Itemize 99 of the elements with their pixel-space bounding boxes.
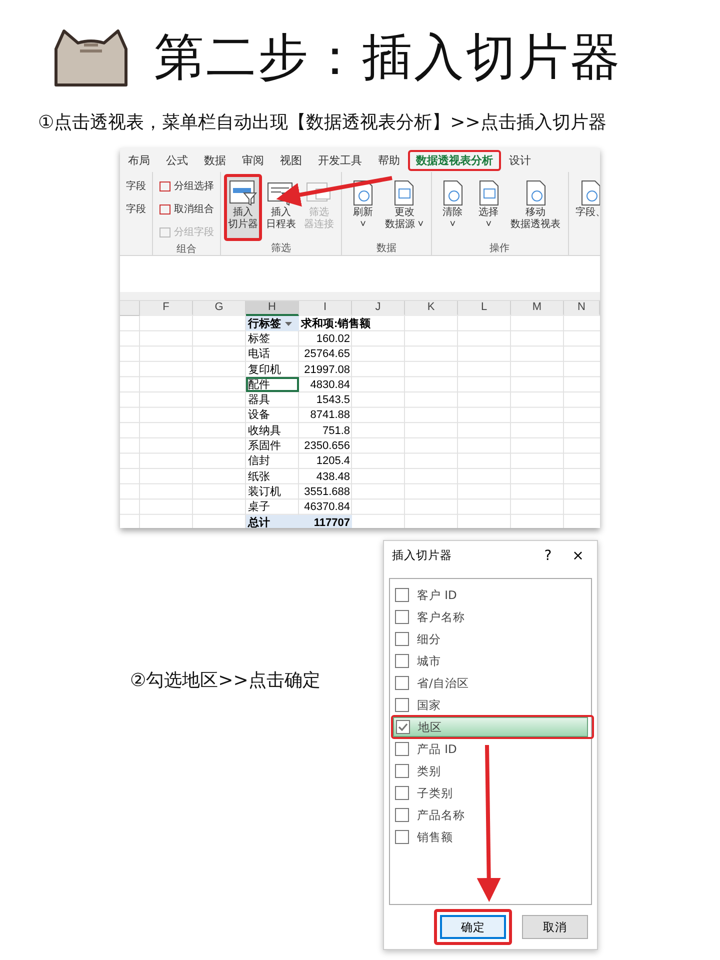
filter-dropdown-icon[interactable]	[284, 319, 293, 328]
field-item[interactable]: 国家	[393, 695, 586, 716]
group-label: 组合	[176, 243, 198, 256]
table-cell-text: 4830.84	[309, 378, 351, 392]
ribbon-tab[interactable]: 公式	[158, 150, 196, 170]
ribbon-tab[interactable]: 审阅	[234, 150, 272, 170]
checkbox[interactable]	[395, 764, 409, 778]
field-item[interactable]: 客户名称	[393, 607, 586, 628]
table-cell-text: 160.02	[315, 332, 351, 347]
ribbon-button[interactable]: 字段、	[572, 174, 600, 255]
ribbon-button[interactable]: 插入 日程表	[262, 174, 300, 241]
ribbon-button[interactable]: 字段	[123, 176, 149, 196]
table-cell-text: 器具	[247, 393, 271, 408]
ribbon-button[interactable]: 字段	[123, 199, 149, 219]
field-item[interactable]: 地区	[393, 717, 588, 738]
table-cell: 117707	[299, 514, 352, 528]
checkbox[interactable]	[395, 588, 409, 602]
ribbon-icon	[159, 226, 171, 238]
checkbox[interactable]	[395, 610, 409, 624]
table-cell-text: 25764.65	[303, 347, 351, 362]
ribbon-tab[interactable]: 布局	[120, 150, 158, 170]
ok-button[interactable]: 确定	[440, 915, 506, 939]
table-cell-text: 系固件	[247, 438, 282, 454]
field-item[interactable]: 子类别	[393, 783, 586, 804]
table-cell: 行标签	[246, 316, 299, 332]
ribbon-button[interactable]: 更改 数据源 ˅	[381, 174, 428, 241]
table-cell-text: 设备	[247, 408, 271, 424]
ribbon-tab[interactable]: 数据透视表分析	[408, 150, 501, 170]
ribbon-button[interactable]: 选择 ˅	[470, 174, 507, 241]
ribbon-icon	[159, 204, 171, 214]
ribbon-icon	[228, 179, 258, 207]
ribbon-button[interactable]: 插入 切片器	[224, 174, 262, 241]
table-cell-text: 标签	[247, 332, 271, 347]
checkbox[interactable]	[395, 742, 409, 756]
page-title: 第二步：插入切片器	[154, 26, 622, 88]
table-cell-text: 438.48	[315, 470, 351, 484]
table-cell-text: 电话	[247, 347, 271, 362]
checkbox[interactable]	[395, 786, 409, 800]
checkbox[interactable]	[395, 698, 409, 712]
checkbox[interactable]	[395, 676, 409, 690]
group-label: 筛选	[270, 242, 292, 255]
field-item[interactable]: 产品 ID	[393, 739, 586, 760]
table-cell-text: 复印机	[247, 362, 282, 378]
table-cell-text: 21997.08	[303, 362, 351, 378]
group-label: 操作	[488, 242, 511, 255]
table-cell: 配件	[246, 377, 299, 392]
instruction-text: ②勾选地区>>点击确定	[129, 669, 322, 693]
field-item[interactable]: 省/自治区	[393, 673, 586, 694]
group-label: 数据	[375, 242, 398, 255]
checkbox[interactable]	[396, 720, 410, 734]
table-cell-text: 8741.88	[309, 408, 351, 424]
column-header[interactable]: L	[458, 301, 511, 316]
column-header[interactable]: H	[246, 301, 299, 316]
table-cell-text: 桌子	[247, 500, 271, 515]
ribbon-button[interactable]: 刷新 ˅	[345, 174, 381, 241]
dialog-title: 插入切片器	[392, 548, 453, 564]
cancel-button[interactable]: 取消	[522, 915, 588, 939]
ribbon-tab[interactable]: 开发工具	[310, 150, 370, 170]
table-cell-text: 信封	[247, 454, 271, 469]
column-header[interactable]: J	[352, 301, 405, 316]
table-cell-text: 装订机	[247, 484, 282, 500]
ribbon-button[interactable]: 移动 数据透视表	[506, 174, 565, 241]
ribbon-button[interactable]: 取消组合	[156, 199, 217, 219]
ribbon-icon	[159, 180, 171, 192]
column-header[interactable]: I	[299, 301, 352, 316]
field-item[interactable]: 产品名称	[393, 805, 586, 826]
checkbox[interactable]	[395, 830, 409, 844]
field-item[interactable]: 销售额	[393, 827, 586, 848]
checkbox[interactable]	[395, 654, 409, 668]
ribbon-tab[interactable]: 设计	[501, 150, 539, 170]
checkbox[interactable]	[395, 632, 409, 646]
help-button[interactable]: ?	[537, 548, 559, 564]
column-header[interactable]: N	[564, 301, 600, 316]
column-header[interactable]: K	[405, 301, 458, 316]
table-cell-text: 收纳具	[247, 424, 282, 438]
field-item[interactable]: 客户 ID	[393, 585, 586, 606]
table-cell-text: 2350.656	[303, 439, 351, 454]
table-cell-text: 1205.4	[315, 454, 351, 469]
field-item[interactable]: 类别	[393, 761, 586, 782]
column-header[interactable]: F	[140, 301, 193, 316]
checkbox[interactable]	[395, 808, 409, 822]
ribbon-button[interactable]: 清除 ˅	[434, 174, 471, 241]
instruction-text: ①点击透视表，菜单栏自动出现【数据透视表分析】>>点击插入切片器	[38, 111, 608, 134]
ribbon-button[interactable]: 分组选择	[156, 176, 217, 196]
column-header[interactable]: M	[511, 301, 564, 316]
ribbon-tab[interactable]: 数据	[196, 150, 234, 170]
table-cell-text: 求和项:销售额	[300, 316, 372, 332]
table-cell-text: 46370.84	[303, 500, 351, 515]
table-cell-text: 纸张	[247, 470, 271, 484]
close-button[interactable]: ×	[567, 548, 589, 564]
column-header[interactable]: G	[193, 301, 246, 316]
field-item[interactable]: 城市	[393, 651, 586, 672]
ribbon-tab[interactable]: 帮助	[370, 150, 408, 170]
field-item[interactable]: 细分	[393, 629, 586, 650]
table-cell-text: 1543.5	[315, 393, 351, 408]
table-cell: 总计	[246, 514, 299, 528]
table-cell-text: 751.8	[321, 424, 351, 438]
ribbon-tab[interactable]: 视图	[272, 150, 310, 170]
table-cell-text: 3551.688	[303, 484, 351, 500]
